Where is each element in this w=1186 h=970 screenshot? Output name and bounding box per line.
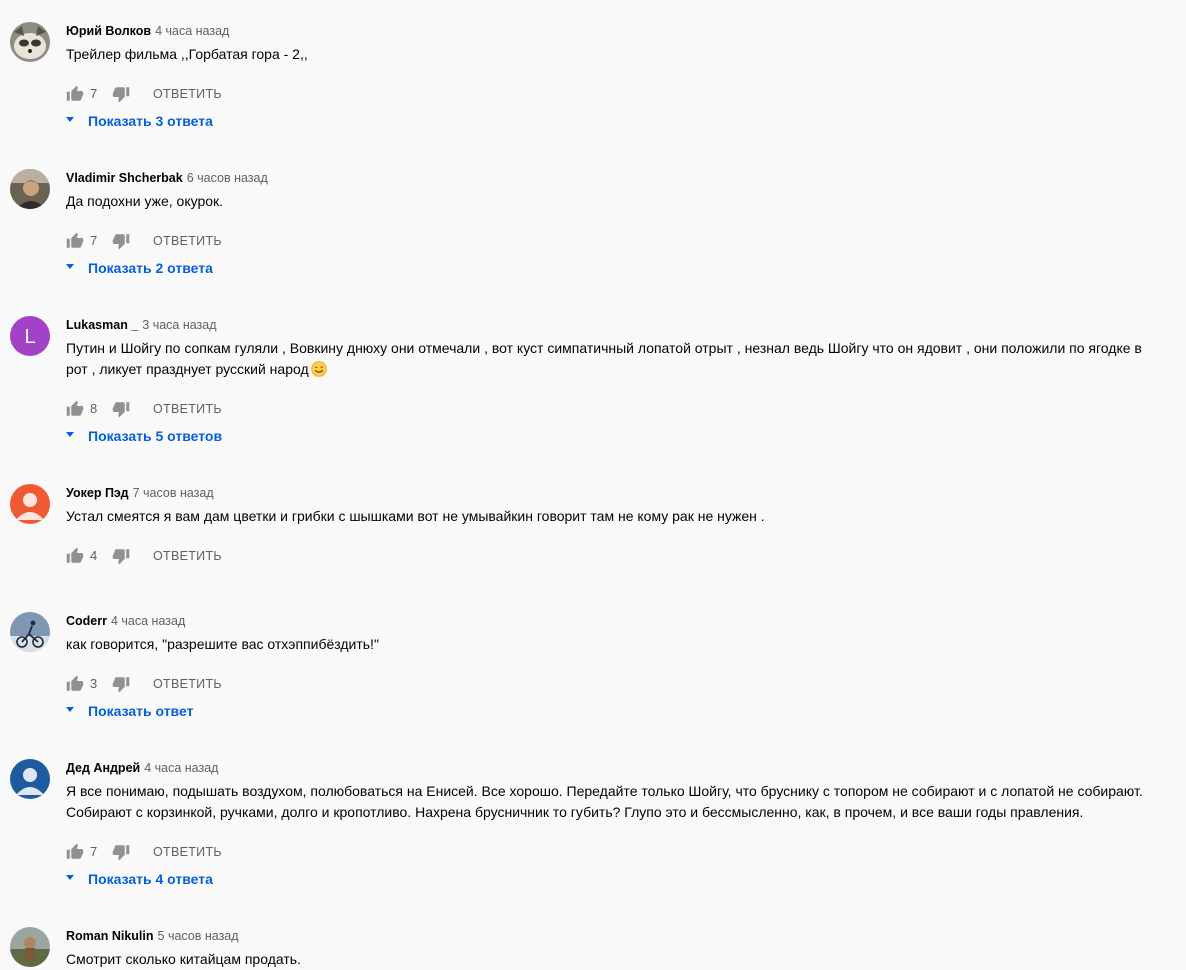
author-name[interactable]: Lukasman _ xyxy=(66,318,138,332)
author-avatar[interactable] xyxy=(10,22,50,62)
comment-header: Уокер Пэд 7 часов назад xyxy=(66,484,214,502)
thumb-down-icon[interactable] xyxy=(112,546,130,566)
reply-button[interactable]: ОТВЕТИТЬ xyxy=(153,233,222,249)
like-count: 4 xyxy=(90,548,98,563)
reply-button[interactable]: ОТВЕТИТЬ xyxy=(153,401,222,417)
thumb-down-icon[interactable] xyxy=(112,674,130,694)
like-count: 7 xyxy=(90,844,98,859)
thumb-up-icon[interactable] xyxy=(66,231,84,251)
show-replies-label: Показать ответ xyxy=(88,703,194,719)
like-count: 3 xyxy=(90,676,98,691)
comment-text: Смотрит сколько китайцам продать. xyxy=(66,949,1166,970)
comment-text-content: Смотрит сколько китайцам продать. xyxy=(66,951,301,967)
comment-timestamp[interactable]: 4 часа назад xyxy=(111,614,185,628)
comment-timestamp[interactable]: 5 часов назад xyxy=(158,929,239,943)
comment-header: Юрий Волков 4 часа назад xyxy=(66,22,229,40)
comment-text-content: Да подохни уже, окурок. xyxy=(66,193,224,209)
comment-text-content: как говорится, "разрешите вас отхэппибёз… xyxy=(66,636,379,652)
comment-header: Roman Nikulin 5 часов назад xyxy=(66,927,239,945)
author-name[interactable]: Roman Nikulin xyxy=(66,929,154,943)
author-name[interactable]: Дед Андрей xyxy=(66,761,140,775)
smiling-face-emoji-icon xyxy=(310,361,327,377)
comment-text: Путин и Шойгу по сопкам гуляли , Вовкину… xyxy=(66,338,1166,380)
like-count: 7 xyxy=(90,86,98,101)
comment-timestamp[interactable]: 3 часа назад xyxy=(142,318,216,332)
thumb-down-icon[interactable] xyxy=(112,399,130,419)
author-name[interactable]: Юрий Волков xyxy=(66,24,151,38)
thumb-down-icon[interactable] xyxy=(112,84,130,104)
reply-button[interactable]: ОТВЕТИТЬ xyxy=(153,86,222,102)
comment-text-content: Путин и Шойгу по сопкам гуляли , Вовкину… xyxy=(66,340,1142,377)
comment-timestamp[interactable]: 7 часов назад xyxy=(133,486,214,500)
caret-down-icon xyxy=(66,707,74,712)
author-name[interactable]: Coderr xyxy=(66,614,107,628)
show-replies-label: Показать 4 ответа xyxy=(88,871,213,887)
thumb-up-icon[interactable] xyxy=(66,399,84,419)
comment-text-content: Устал смеятся я вам дам цветки и грибки … xyxy=(66,508,765,524)
author-name[interactable]: Уокер Пэд xyxy=(66,486,129,500)
author-avatar[interactable] xyxy=(10,484,50,524)
comment-timestamp[interactable]: 4 часа назад xyxy=(144,761,218,775)
author-name[interactable]: Vladimir Shcherbak xyxy=(66,171,183,185)
comment-text: как говорится, "разрешите вас отхэппибёз… xyxy=(66,634,1166,655)
thumb-down-icon[interactable] xyxy=(112,842,130,862)
comment-text: Трейлер фильма ,,Горбатая гора - 2,, xyxy=(66,44,1166,65)
thumb-up-icon[interactable] xyxy=(66,546,84,566)
caret-down-icon xyxy=(66,875,74,880)
thumb-up-icon[interactable] xyxy=(66,842,84,862)
like-count: 8 xyxy=(90,401,98,416)
show-replies-label: Показать 2 ответа xyxy=(88,260,213,276)
comment-header: Coderr 4 часа назад xyxy=(66,612,185,630)
caret-down-icon xyxy=(66,432,74,437)
comment-text-content: Я все понимаю, подышать воздухом, полюбо… xyxy=(66,783,1143,820)
thumb-down-icon[interactable] xyxy=(112,231,130,251)
reply-button[interactable]: ОТВЕТИТЬ xyxy=(153,676,222,692)
comment-text: Я все понимаю, подышать воздухом, полюбо… xyxy=(66,781,1166,823)
thumb-up-icon[interactable] xyxy=(66,674,84,694)
author-avatar[interactable] xyxy=(10,612,50,652)
author-avatar[interactable] xyxy=(10,927,50,967)
svg-text:L: L xyxy=(24,326,35,348)
comment-text: Да подохни уже, окурок. xyxy=(66,191,1166,212)
author-avatar[interactable] xyxy=(10,759,50,799)
comment-header: Lukasman _ 3 часа назад xyxy=(66,316,217,334)
comment-text-content: Трейлер фильма ,,Горбатая гора - 2,, xyxy=(66,46,308,62)
comment-header: Vladimir Shcherbak 6 часов назад xyxy=(66,169,268,187)
show-replies-label: Показать 3 ответа xyxy=(88,113,213,129)
author-avatar[interactable] xyxy=(10,169,50,209)
caret-down-icon xyxy=(66,117,74,122)
comment-timestamp[interactable]: 6 часов назад xyxy=(187,171,268,185)
reply-button[interactable]: ОТВЕТИТЬ xyxy=(153,844,222,860)
comment-timestamp[interactable]: 4 часа назад xyxy=(155,24,229,38)
caret-down-icon xyxy=(66,264,74,269)
thumb-up-icon[interactable] xyxy=(66,84,84,104)
like-count: 7 xyxy=(90,233,98,248)
reply-button[interactable]: ОТВЕТИТЬ xyxy=(153,548,222,564)
show-replies-label: Показать 5 ответов xyxy=(88,428,223,444)
author-avatar[interactable]: L xyxy=(10,316,50,356)
comment-header: Дед Андрей 4 часа назад xyxy=(66,759,218,777)
comment-text: Устал смеятся я вам дам цветки и грибки … xyxy=(66,506,1166,527)
